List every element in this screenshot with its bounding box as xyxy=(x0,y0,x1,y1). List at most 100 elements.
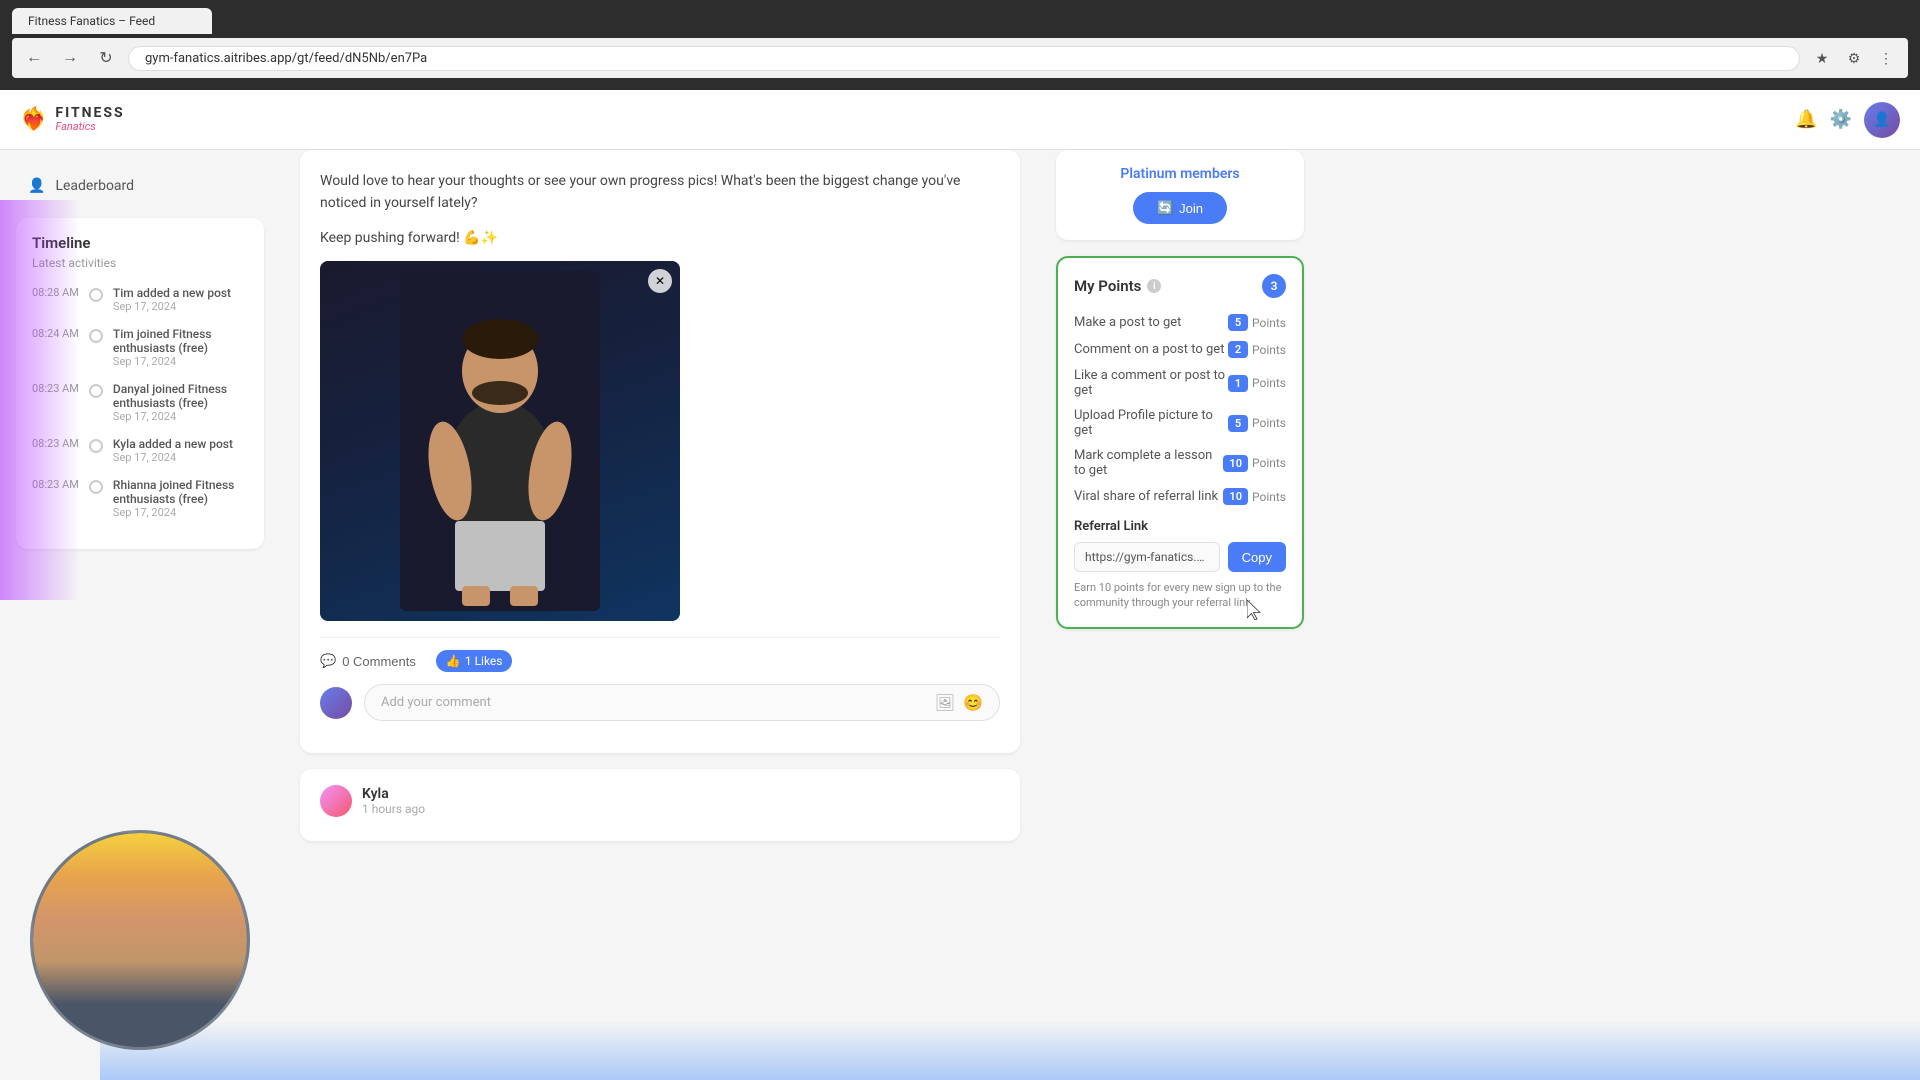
points-action-post: Make a post to get xyxy=(1074,315,1228,330)
user-avatar[interactable]: 👤 xyxy=(1864,102,1900,138)
points-num-lesson: 10 xyxy=(1223,455,1248,472)
logo-area: ❤️‍🔥 FITNESS Fanatics xyxy=(20,106,125,133)
points-num-profile: 5 xyxy=(1228,415,1248,432)
points-label-lesson: Points xyxy=(1252,456,1286,470)
points-title: My Points i xyxy=(1074,277,1161,295)
join-button[interactable]: 🔄 Join xyxy=(1133,192,1227,224)
post-image: ✕ xyxy=(320,261,680,621)
platinum-members-link[interactable]: Platinum members xyxy=(1072,166,1288,182)
timeline-content: Tim added a new post Sep 17, 2024 xyxy=(113,286,248,313)
comment-icons: 🖼 😊 xyxy=(935,693,983,712)
image-close-button[interactable]: ✕ xyxy=(648,269,672,293)
comment-box: Add your comment 🖼 😊 xyxy=(320,672,1000,733)
points-value-profile: 5 Points xyxy=(1228,415,1286,432)
logo-text: FITNESS Fanatics xyxy=(55,106,124,133)
commenter-avatar xyxy=(320,687,352,719)
timeline-dot xyxy=(89,288,103,302)
timeline-date: Sep 17, 2024 xyxy=(113,506,248,519)
emoji-icon[interactable]: 😊 xyxy=(963,693,983,712)
sidebar-item-leaderboard[interactable]: 👤 Leaderboard xyxy=(16,170,264,202)
referral-title: Referral Link xyxy=(1074,519,1286,534)
timeline-dot xyxy=(89,480,103,494)
my-points-card: My Points i 3 Make a post to get 5 Point… xyxy=(1056,256,1304,629)
next-post-author-name: Kyla xyxy=(362,786,425,802)
next-post-avatar xyxy=(320,785,352,817)
next-post-author-info: Kyla 1 hours ago xyxy=(362,786,425,816)
reload-button[interactable]: ↻ xyxy=(92,44,120,72)
points-label-viral: Points xyxy=(1252,490,1286,504)
url-text: gym-fanatics.aitribes.app/gt/feed/dN5Nb/… xyxy=(145,51,427,66)
timeline-date: Sep 17, 2024 xyxy=(113,451,248,464)
notifications-button[interactable]: 🔔 xyxy=(1795,109,1817,130)
timeline-action: Kyla added a new post xyxy=(113,437,248,451)
next-post-header: Kyla 1 hours ago xyxy=(320,785,1000,817)
points-label-like: Points xyxy=(1252,376,1286,390)
join-icon: 🔄 xyxy=(1157,200,1173,216)
timeline-content: Danyal joined Fitness enthusiasts (free)… xyxy=(113,382,248,423)
points-row-post: Make a post to get 5 Points xyxy=(1074,314,1286,331)
timeline-time: 08:23 AM xyxy=(32,478,79,491)
extensions-icon[interactable]: ⚙ xyxy=(1840,44,1868,72)
leaderboard-icon: 👤 xyxy=(28,178,45,194)
webcam-person-figure xyxy=(33,833,247,1047)
points-num-like: 1 xyxy=(1228,375,1248,392)
browser-action-icons: ★ ⚙ ⋮ xyxy=(1808,44,1900,72)
comment-placeholder: Add your comment xyxy=(381,695,491,710)
post-image-figure xyxy=(400,271,600,611)
settings-button[interactable]: ⚙️ xyxy=(1830,109,1852,130)
comments-button[interactable]: 💬 0 Comments xyxy=(320,653,416,669)
comments-count: 0 Comments xyxy=(342,654,416,669)
points-action-lesson: Mark complete a lesson to get xyxy=(1074,448,1223,478)
points-row-lesson: Mark complete a lesson to get 10 Points xyxy=(1074,448,1286,478)
webcam-overlay xyxy=(30,830,250,1050)
image-upload-icon[interactable]: 🖼 xyxy=(935,693,955,712)
points-value-lesson: 10 Points xyxy=(1223,455,1286,472)
timeline-content: Tim joined Fitness enthusiasts (free) Se… xyxy=(113,327,248,368)
points-info-icon[interactable]: i xyxy=(1147,279,1161,293)
browser-chrome: Fitness Fanatics – Feed ← → ↻ gym-fanati… xyxy=(0,0,1920,90)
points-value-comment: 2 Points xyxy=(1228,341,1286,358)
timeline-content: Kyla added a new post Sep 17, 2024 xyxy=(113,437,248,464)
logo-icon: ❤️‍🔥 xyxy=(20,107,47,132)
copy-button[interactable]: Copy xyxy=(1228,542,1286,572)
timeline-content: Rhianna joined Fitness enthusiasts (free… xyxy=(113,478,248,519)
timeline-time: 08:23 AM xyxy=(32,437,79,450)
points-num-post: 5 xyxy=(1228,314,1248,331)
timeline-title: Timeline xyxy=(32,234,248,252)
likes-icon: 👍 xyxy=(446,654,461,668)
logo-title: FITNESS xyxy=(55,106,124,121)
timeline-subtitle: Latest activities xyxy=(32,256,248,270)
right-sidebar: Platinum members 🔄 Join My Points i 3 xyxy=(1040,150,1320,1080)
platinum-card: Platinum members 🔄 Join xyxy=(1056,150,1304,240)
back-button[interactable]: ← xyxy=(20,44,48,72)
center-feed: Would love to hear your thoughts or see … xyxy=(280,150,1040,1080)
points-label-post: Points xyxy=(1252,316,1286,330)
points-row-viral: Viral share of referral link 10 Points xyxy=(1074,488,1286,505)
timeline-time: 08:23 AM xyxy=(32,382,79,395)
bookmark-icon[interactable]: ★ xyxy=(1808,44,1836,72)
comment-input[interactable]: Add your comment 🖼 😊 xyxy=(364,684,1000,721)
points-value-post: 5 Points xyxy=(1228,314,1286,331)
timeline-date: Sep 17, 2024 xyxy=(113,410,248,423)
points-action-comment: Comment on a post to get xyxy=(1074,342,1228,357)
address-bar[interactable]: gym-fanatics.aitribes.app/gt/feed/dN5Nb/… xyxy=(128,46,1800,71)
points-num-viral: 10 xyxy=(1223,488,1248,505)
timeline-dot xyxy=(89,384,103,398)
menu-icon[interactable]: ⋮ xyxy=(1872,44,1900,72)
main-content: 👤 Leaderboard Timeline Latest activities… xyxy=(0,150,1920,1080)
timeline-dot xyxy=(89,439,103,453)
forward-button[interactable]: → xyxy=(56,44,84,72)
points-badge: 3 xyxy=(1262,274,1286,298)
points-label-comment: Points xyxy=(1252,343,1286,357)
referral-link-input[interactable]: https://gym-fanatics.aitribes.app/ft/c xyxy=(1074,542,1220,572)
timeline-dot xyxy=(89,329,103,343)
comments-icon: 💬 xyxy=(320,653,336,669)
post-text-line1: Would love to hear your thoughts or see … xyxy=(320,170,1000,215)
timeline-card: Timeline Latest activities 08:28 AM Tim … xyxy=(16,218,264,549)
timeline-action: Danyal joined Fitness enthusiasts (free) xyxy=(113,382,248,410)
logo-subtitle: Fanatics xyxy=(55,121,124,133)
browser-toolbar: ← → ↻ gym-fanatics.aitribes.app/gt/feed/… xyxy=(12,38,1908,78)
header-icons: 🔔 ⚙️ 👤 xyxy=(1795,102,1900,138)
active-tab[interactable]: Fitness Fanatics – Feed xyxy=(12,8,212,34)
referral-note: Earn 10 points for every new sign up to … xyxy=(1074,580,1286,611)
